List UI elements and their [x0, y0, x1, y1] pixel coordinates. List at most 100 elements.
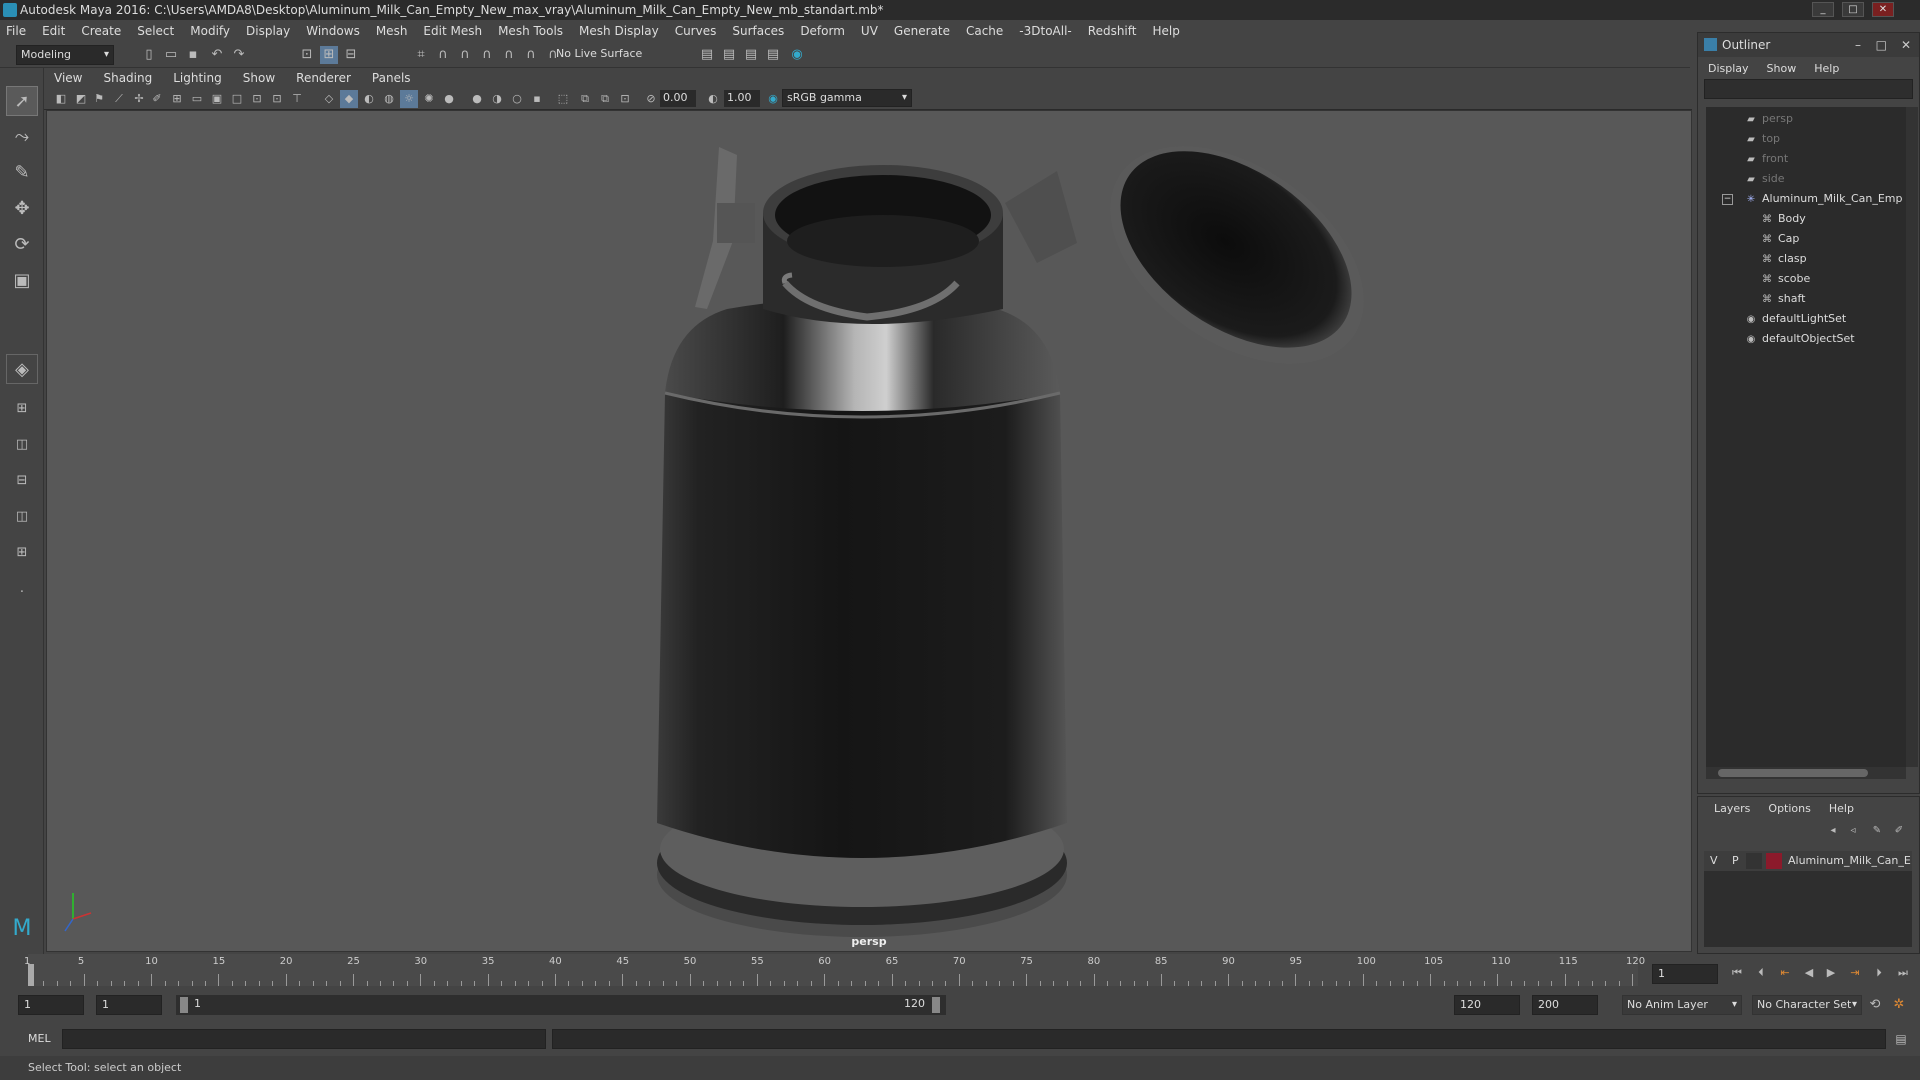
layer-menu-help[interactable]: Help [1829, 802, 1854, 815]
wireframe-on-shaded-icon[interactable]: ◐ [360, 90, 378, 108]
safe-title-icon[interactable]: ⊤ [288, 90, 306, 108]
menu-create[interactable]: Create [81, 24, 121, 38]
close-button[interactable]: ✕ [1872, 2, 1894, 17]
field-chart-icon[interactable]: ⊡ [248, 90, 266, 108]
select-camera-icon[interactable]: ◧ [52, 90, 70, 108]
move-layer-down-icon[interactable]: ◃ [1844, 822, 1862, 840]
menu-windows[interactable]: Windows [306, 24, 360, 38]
outliner-scroll-thumb[interactable] [1718, 769, 1868, 777]
resolution-gate-icon[interactable]: ▣ [208, 90, 226, 108]
camera-attributes-icon[interactable]: ◩ [72, 90, 90, 108]
layer-visibility-toggle[interactable]: V [1710, 854, 1718, 867]
playback-end-field[interactable]: 120 [1454, 995, 1520, 1015]
2d-pan-icon[interactable]: ⊡ [616, 90, 634, 108]
menu-deform[interactable]: Deform [800, 24, 845, 38]
menu-surfaces[interactable]: Surfaces [732, 24, 784, 38]
paint-select-tool-icon[interactable]: ✎ [6, 158, 38, 188]
image-plane-icon[interactable]: ⟋ [110, 90, 128, 108]
outliner-item-cap[interactable]: ⌘ Cap [1706, 229, 1906, 249]
panel-menu-show[interactable]: Show [243, 71, 275, 85]
outliner-item-scobe[interactable]: ⌘ scobe [1706, 269, 1906, 289]
live-surface-label[interactable]: No Live Surface [556, 47, 642, 60]
select-object-icon[interactable]: ⊞ [320, 46, 338, 64]
xray-icon[interactable]: ▪ [528, 90, 546, 108]
menu-uv[interactable]: UV [861, 24, 878, 38]
antialiasing-icon[interactable]: ◑ [488, 90, 506, 108]
layer-playback-toggle[interactable]: P [1732, 854, 1739, 867]
panel-menu-panels[interactable]: Panels [372, 71, 411, 85]
snap-surface-icon[interactable]: ∩ [500, 46, 518, 64]
character-set-dropdown[interactable]: No Character Set [1752, 995, 1862, 1015]
outliner-maximize-icon[interactable]: □ [1876, 33, 1887, 57]
outliner-minimize-icon[interactable]: – [1855, 33, 1861, 57]
move-tool-icon[interactable]: ✥ [6, 194, 38, 224]
gamma-icon[interactable]: ◐ [704, 90, 722, 108]
persp-outliner-layout-icon[interactable]: ⊟ [6, 466, 38, 496]
single-pane-layout-icon[interactable]: ◈ [6, 354, 38, 384]
minimize-button[interactable]: _ [1812, 2, 1834, 17]
menu-set-dropdown[interactable]: Modeling [16, 45, 114, 65]
menu-mesh-display[interactable]: Mesh Display [579, 24, 659, 38]
script-editor-icon[interactable]: ▤ [1892, 1030, 1910, 1048]
xray-components-icon[interactable]: ⧉ [596, 90, 614, 108]
rotate-tool-icon[interactable]: ⟳ [6, 230, 38, 260]
outliner-item-aluminum-milk-can-emp[interactable]: − ✳ Aluminum_Milk_Can_Emp [1706, 189, 1906, 209]
outliner-close-icon[interactable]: ✕ [1901, 33, 1911, 57]
gate-mask-icon[interactable]: □ [228, 90, 246, 108]
new-layer-from-selected-icon[interactable]: ✐ [1890, 822, 1908, 840]
select-tool-icon[interactable]: ➚ [6, 86, 38, 116]
snap-point-icon[interactable]: ∩ [456, 46, 474, 64]
outliner-item-persp[interactable]: ▰ persp [1706, 109, 1906, 129]
smooth-shade-icon[interactable]: ◆ [340, 90, 358, 108]
milk-can-model[interactable] [47, 111, 1692, 952]
snap-grid-icon[interactable]: ⌗ [412, 46, 430, 64]
outliner-item-clasp[interactable]: ⌘ clasp [1706, 249, 1906, 269]
collapse-icon[interactable]: − [1722, 194, 1733, 205]
command-input[interactable] [62, 1029, 546, 1049]
gamma-field[interactable]: 1.00 [724, 90, 760, 107]
layer-display-type[interactable] [1746, 853, 1762, 869]
render-settings-icon[interactable]: ▤ [742, 46, 760, 64]
scale-tool-icon[interactable]: ▣ [6, 266, 38, 296]
outliner-menu-help[interactable]: Help [1814, 62, 1839, 75]
go-to-end-icon[interactable]: ⏭ [1894, 964, 1912, 982]
2d-pan-zoom-icon[interactable]: ✢ [130, 90, 148, 108]
undo-icon[interactable]: ↶ [208, 46, 226, 64]
textured-icon[interactable]: ◍ [380, 90, 398, 108]
move-layer-up-icon[interactable]: ◂ [1824, 822, 1842, 840]
wireframe-icon[interactable]: ◇ [320, 90, 338, 108]
playback-start-field[interactable]: 1 [96, 995, 162, 1015]
more-layouts-icon[interactable]: · [6, 578, 38, 608]
time-ruler[interactable]: 1 5 10 15 20 25 30 35 40 45 50 55 60 65 70 75 80 85 90 95 10… [24, 954, 1645, 986]
select-hierarchy-icon[interactable]: ⊡ [298, 46, 316, 64]
use-all-lights-icon[interactable]: ☼ [400, 90, 418, 108]
preferences-icon[interactable]: ✲ [1890, 996, 1908, 1014]
range-slider[interactable]: 1 120 [176, 995, 946, 1015]
outliner-horizontal-scrollbar[interactable] [1706, 767, 1906, 779]
menu-curves[interactable]: Curves [675, 24, 717, 38]
menu-3dtoall[interactable]: -3DtoAll- [1019, 24, 1071, 38]
go-to-start-icon[interactable]: ⏮ [1728, 964, 1746, 982]
save-scene-icon[interactable]: ▪ [184, 46, 202, 64]
view-transform-dropdown[interactable]: sRGB gamma [782, 89, 912, 107]
outliner-vertical-scrollbar[interactable] [1906, 107, 1918, 767]
panel-menu-view[interactable]: View [54, 71, 82, 85]
ambient-occlusion-icon[interactable]: ● [440, 90, 458, 108]
time-slider[interactable]: 1 5 10 15 20 25 30 35 40 45 50 55 60 65 70 75 80 85 90 95 10… [0, 954, 1920, 990]
lasso-tool-icon[interactable]: ⤳ [6, 122, 38, 152]
layer-name[interactable]: Aluminum_Milk_Can_E [1788, 854, 1912, 867]
layer-menu-options[interactable]: Options [1768, 802, 1810, 815]
step-back-frame-icon[interactable]: ⏴ [1752, 964, 1770, 982]
menu-modify[interactable]: Modify [190, 24, 230, 38]
panel-menu-lighting[interactable]: Lighting [173, 71, 222, 85]
maximize-button[interactable]: □ [1842, 2, 1864, 17]
side-by-side-layout-icon[interactable]: ◫ [6, 430, 38, 460]
menu-select[interactable]: Select [137, 24, 174, 38]
color-management-icon[interactable]: ◉ [764, 90, 782, 108]
panel-menu-renderer[interactable]: Renderer [296, 71, 351, 85]
anim-layer-dropdown[interactable]: No Anim Layer [1622, 995, 1742, 1015]
outliner-item-side[interactable]: ▰ side [1706, 169, 1906, 189]
menu-display[interactable]: Display [246, 24, 290, 38]
outliner-item-front[interactable]: ▰ front [1706, 149, 1906, 169]
snap-view-plane-icon[interactable]: ∩ [478, 46, 496, 64]
